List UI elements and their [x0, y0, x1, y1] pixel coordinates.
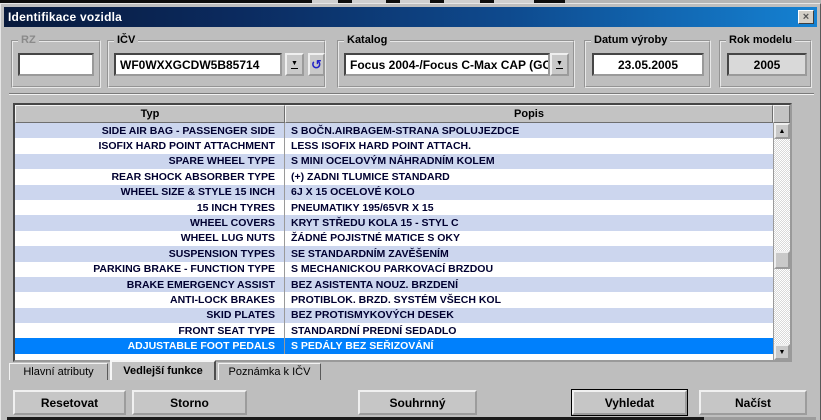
icv-input[interactable]: WF0WXXGCDW5B85714 — [114, 53, 282, 76]
row-typ-cell: WHEEL COVERS — [15, 215, 285, 230]
table-body: SIDE AIR BAG - PASSENGER SIDES BOČN.AIRB… — [15, 123, 773, 360]
row-typ-cell: SUSPENSION TYPES — [15, 246, 285, 261]
group-icv: IČV WF0WXXGCDW5B85714 ▼ ↺ — [107, 40, 326, 88]
attributes-table: Typ Popis SIDE AIR BAG - PASSENGER SIDES… — [13, 103, 792, 362]
window-title: Identifikace vozidla — [4, 10, 122, 24]
scroll-down-button[interactable]: ▼ — [774, 344, 790, 360]
row-popis-cell: BEZ PROTISMYKOVÝCH DESEK — [285, 308, 773, 323]
tab-hlavni-atributy[interactable]: Hlavní atributy — [9, 363, 108, 380]
row-popis-cell: KRYT STŘEDU KOLA 15 - STYL C — [285, 215, 773, 230]
scroll-up-button[interactable]: ▲ — [774, 123, 790, 139]
table-row[interactable]: SUSPENSION TYPESSE STANDARDNÍM ZAVĚŠENÍM — [15, 246, 773, 261]
row-popis-cell: PNEUMATIKY 195/65VR X 15 — [285, 200, 773, 215]
rok-modelu-value: 2005 — [727, 53, 807, 76]
row-popis-cell: 6J X 15 OCELOVÉ KOLO — [285, 185, 773, 200]
undo-icon: ↺ — [311, 58, 322, 71]
rok-modelu-label: Rok modelu — [726, 34, 795, 46]
table-header: Typ Popis — [15, 105, 790, 123]
datum-vyroby-label: Datum výroby — [591, 34, 670, 46]
row-typ-cell: PARKING BRAKE - FUNCTION TYPE — [15, 262, 285, 277]
row-popis-cell: ŽÁDNÉ POJISTNÉ MATICE S OKY — [285, 231, 773, 246]
table-row[interactable]: PARKING BRAKE - FUNCTION TYPES MECHANICK… — [15, 262, 773, 277]
row-popis-cell: S PEDÁLY BEZ SEŘIZOVÁNÍ — [285, 338, 773, 353]
icv-label: IČV — [114, 34, 138, 46]
group-rz: RZ — [11, 40, 101, 88]
group-datum-vyroby: Datum výroby 23.05.2005 — [584, 40, 711, 88]
column-header-popis[interactable]: Popis — [285, 105, 773, 123]
tab-poznamka-k-icv[interactable]: Poznámka k IČV — [218, 363, 321, 380]
row-typ-cell: SPARE WHEEL TYPE — [15, 154, 285, 169]
row-popis-cell: STANDARDNÍ PREDNÍ SEDADLO — [285, 323, 773, 338]
row-typ-cell: WHEEL SIZE & STYLE 15 INCH — [15, 185, 285, 200]
row-popis-cell: S BOČN.AIRBAGEM-STRANA SPOLUJEZDCE — [285, 123, 773, 138]
row-typ-cell: SIDE AIR BAG - PASSENGER SIDE — [15, 123, 285, 138]
storno-button[interactable]: Storno — [132, 390, 247, 415]
table-row[interactable]: FRONT SEAT TYPESTANDARDNÍ PREDNÍ SEDADLO — [15, 323, 773, 338]
row-popis-cell: SE STANDARDNÍM ZAVĚŠENÍM — [285, 246, 773, 261]
table-row[interactable]: ADJUSTABLE FOOT PEDALSS PEDÁLY BEZ SEŘIZ… — [15, 338, 773, 353]
scrollbar-track[interactable] — [774, 139, 790, 344]
icv-undo-button[interactable]: ↺ — [308, 53, 325, 76]
row-typ-cell: SKID PLATES — [15, 308, 285, 323]
vertical-scrollbar[interactable]: ▲ ▼ — [773, 123, 790, 360]
row-popis-cell: (+) ZADNI TLUMICE STANDARD — [285, 169, 773, 184]
tab-label: Vedlejší funkce — [123, 365, 202, 377]
row-typ-cell: ANTI-LOCK BRAKES — [15, 292, 285, 307]
table-row[interactable]: SKID PLATESBEZ PROTISMYKOVÝCH DESEK — [15, 308, 773, 323]
table-row[interactable]: REAR SHOCK ABSORBER TYPE(+) ZADNI TLUMIC… — [15, 169, 773, 184]
tab-vedlejsi-funkce[interactable]: Vedlejší funkce — [110, 360, 216, 380]
table-row[interactable]: WHEEL SIZE & STYLE 15 INCH6J X 15 OCELOV… — [15, 185, 773, 200]
rz-label: RZ — [18, 34, 39, 46]
katalog-dropdown-button[interactable]: ▼ — [550, 53, 569, 76]
row-popis-cell: PROTIBLOK. BRZD. SYSTÉM VŠECH KOL — [285, 292, 773, 307]
table-body-wrap: SIDE AIR BAG - PASSENGER SIDES BOČN.AIRB… — [15, 123, 790, 360]
scrollbar-thumb[interactable] — [774, 251, 790, 269]
table-row[interactable]: ANTI-LOCK BRAKESPROTIBLOK. BRZD. SYSTÉM … — [15, 292, 773, 307]
column-header-filler — [773, 105, 790, 123]
tab-label: Hlavní atributy — [23, 366, 93, 378]
table-row[interactable]: SPARE WHEEL TYPES MINI OCELOVÝM NÁHRADNÍ… — [15, 154, 773, 169]
table-row[interactable]: 15 INCH TYRESPNEUMATIKY 195/65VR X 15 — [15, 200, 773, 215]
icv-dropdown-button[interactable]: ▼ — [285, 53, 304, 76]
table-row[interactable]: WHEEL COVERSKRYT STŘEDU KOLA 15 - STYL C — [15, 215, 773, 230]
table-row[interactable]: SIDE AIR BAG - PASSENGER SIDES BOČN.AIRB… — [15, 123, 773, 138]
title-bar[interactable]: Identifikace vozidla × — [4, 7, 817, 27]
nacist-button[interactable]: Načíst — [699, 390, 807, 415]
souhrnny-button[interactable]: Souhrnný — [358, 390, 477, 415]
close-icon: × — [803, 12, 809, 23]
chevron-down-icon: ▼ — [291, 61, 298, 69]
row-typ-cell: REAR SHOCK ABSORBER TYPE — [15, 169, 285, 184]
row-typ-cell: ADJUSTABLE FOOT PEDALS — [15, 338, 285, 353]
close-button[interactable]: × — [798, 10, 814, 24]
group-katalog: Katalog Focus 2004-/Focus C-Max CAP (GC … — [337, 40, 575, 88]
row-typ-cell: ISOFIX HARD POINT ATTACHMENT — [15, 138, 285, 153]
tab-label: Poznámka k IČV — [229, 366, 311, 378]
rz-input[interactable] — [18, 53, 94, 76]
table-row[interactable]: ISOFIX HARD POINT ATTACHMENTLESS ISOFIX … — [15, 138, 773, 153]
table-row[interactable]: WHEEL LUG NUTSŽÁDNÉ POJISTNÉ MATICE S OK… — [15, 231, 773, 246]
scroll-down-icon: ▼ — [779, 349, 786, 356]
datum-vyroby-input[interactable]: 23.05.2005 — [592, 53, 704, 76]
row-popis-cell: S MECHANICKOU PARKOVACÍ BRZDOU — [285, 262, 773, 277]
row-typ-cell: BRAKE EMERGENCY ASSIST — [15, 277, 285, 292]
dialog-identifikace-vozidla: Identifikace vozidla × RZ IČV WF0WXXGCDW… — [0, 3, 821, 420]
row-typ-cell: FRONT SEAT TYPE — [15, 323, 285, 338]
scroll-up-icon: ▲ — [779, 128, 786, 135]
table-row[interactable]: BRAKE EMERGENCY ASSISTBEZ ASISTENTA NOUZ… — [15, 277, 773, 292]
chevron-down-icon: ▼ — [556, 61, 563, 69]
katalog-select[interactable]: Focus 2004-/Focus C-Max CAP (GC — [344, 53, 550, 76]
column-header-typ[interactable]: Typ — [15, 105, 285, 123]
separator-line — [9, 93, 814, 95]
row-typ-cell: WHEEL LUG NUTS — [15, 231, 285, 246]
row-popis-cell: BEZ ASISTENTA NOUZ. BRZDENÍ — [285, 277, 773, 292]
katalog-label: Katalog — [344, 34, 390, 46]
row-typ-cell: 15 INCH TYRES — [15, 200, 285, 215]
row-popis-cell: LESS ISOFIX HARD POINT ATTACH. — [285, 138, 773, 153]
resetovat-button[interactable]: Resetovat — [13, 390, 126, 415]
row-popis-cell: S MINI OCELOVÝM NÁHRADNÍM KOLEM — [285, 154, 773, 169]
vyhledat-button[interactable]: Vyhledat — [572, 390, 687, 415]
group-rok-modelu: Rok modelu 2005 — [719, 40, 812, 88]
